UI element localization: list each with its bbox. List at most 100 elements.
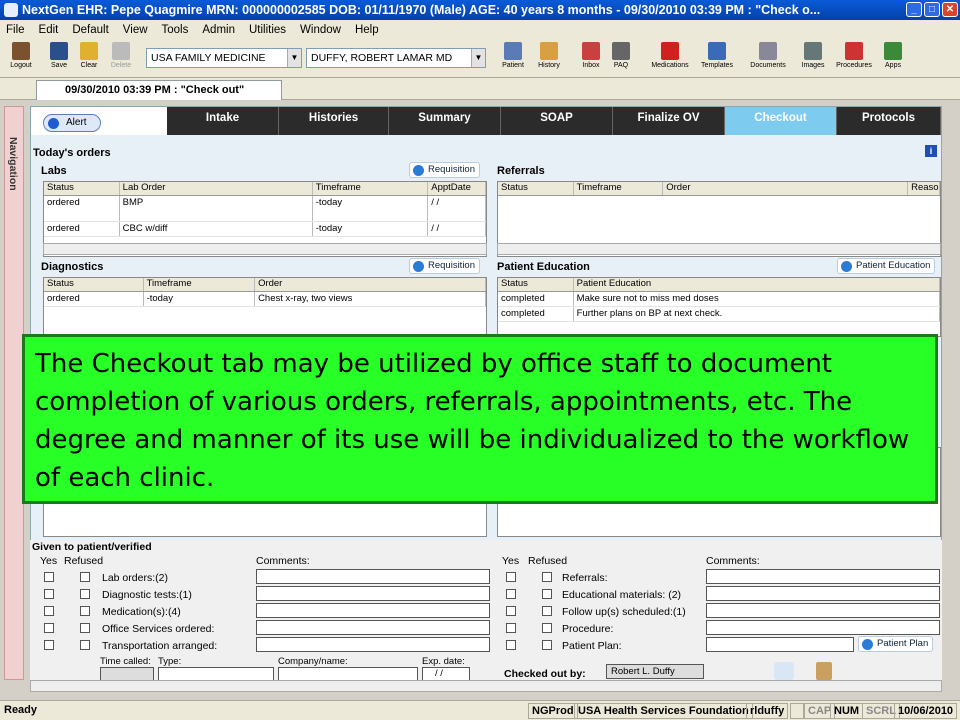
yes-checkbox[interactable] [506, 640, 516, 650]
column-header[interactable]: Status [498, 278, 574, 291]
tab-histories[interactable]: Histories [279, 107, 389, 135]
column-header[interactable]: Status [498, 182, 574, 195]
patient-education-button[interactable]: Patient Education [837, 258, 936, 274]
yes-checkbox[interactable] [506, 572, 516, 582]
patient-plan-button[interactable]: Patient Plan [858, 636, 934, 652]
menu-view[interactable]: View [123, 24, 148, 36]
refused-checkbox[interactable] [542, 606, 552, 616]
user-search-icon[interactable] [774, 662, 794, 680]
provider-select[interactable]: DUFFY, ROBERT LAMAR MD ▼ [306, 48, 486, 68]
alert-icon [48, 118, 59, 129]
documents-button[interactable]: Documents [748, 42, 788, 69]
apps-button[interactable]: Apps [876, 42, 910, 69]
clipboard-icon[interactable] [816, 662, 832, 680]
templates-button[interactable]: Templates [700, 42, 734, 69]
menu-default[interactable]: Default [72, 24, 108, 36]
minimize-button[interactable]: _ [906, 2, 922, 17]
refused-checkbox[interactable] [80, 640, 90, 650]
yes-checkbox[interactable] [44, 572, 54, 582]
column-header[interactable]: Patient Education [574, 278, 940, 291]
menu-edit[interactable]: Edit [39, 24, 59, 36]
tab-soap[interactable]: SOAP [501, 107, 613, 135]
column-header[interactable]: Timeframe [144, 278, 256, 291]
clear-button[interactable]: Clear [72, 42, 106, 69]
refused-checkbox[interactable] [542, 572, 552, 582]
save-button[interactable]: Save [42, 42, 76, 69]
procedures-button[interactable]: Procedures [834, 42, 874, 69]
menu-window[interactable]: Window [300, 24, 341, 36]
practice-select[interactable]: USA FAMILY MEDICINE ▼ [146, 48, 302, 68]
close-button[interactable]: ✕ [942, 2, 958, 17]
medications-comment[interactable] [256, 603, 490, 618]
medications-button[interactable]: Medications [648, 42, 692, 69]
follow-ups-comment[interactable] [706, 603, 940, 618]
yes-checkbox[interactable] [44, 606, 54, 616]
tab-checkout[interactable]: Checkout [725, 107, 837, 135]
column-header[interactable]: Timeframe [313, 182, 429, 195]
table-row[interactable]: completed Make sure not to miss med dose… [498, 292, 940, 307]
refused-checkbox[interactable] [542, 640, 552, 650]
column-header[interactable]: Status [44, 182, 120, 195]
tab-intake[interactable]: Intake [167, 107, 279, 135]
menu-utilities[interactable]: Utilities [249, 24, 286, 36]
educational-materials-comment[interactable] [706, 586, 940, 601]
yes-checkbox[interactable] [506, 589, 516, 599]
paq-button[interactable]: PAQ [604, 42, 638, 69]
menu-admin[interactable]: Admin [202, 24, 235, 36]
horizontal-scrollbar[interactable] [30, 680, 942, 692]
refused-checkbox[interactable] [80, 589, 90, 599]
diagnostics-requisition-button[interactable]: Requisition [409, 258, 480, 274]
patient-button[interactable]: Patient [496, 42, 530, 69]
diagnostic-tests-comment[interactable] [256, 586, 490, 601]
info-icon[interactable]: i [925, 145, 937, 157]
patient-education-grid[interactable]: Status Patient Education completed Make … [497, 277, 941, 337]
menu-tools[interactable]: Tools [162, 24, 189, 36]
menu-help[interactable]: Help [355, 24, 379, 36]
column-header[interactable]: Lab Order [120, 182, 313, 195]
images-button[interactable]: Images [796, 42, 830, 69]
inbox-button[interactable]: Inbox [574, 42, 608, 69]
yes-checkbox[interactable] [44, 623, 54, 633]
column-header[interactable]: ApptDate [428, 182, 486, 195]
refused-checkbox[interactable] [542, 589, 552, 599]
delete-button[interactable]: Delete [104, 42, 138, 69]
yes-checkbox[interactable] [44, 640, 54, 650]
column-header[interactable]: Status [44, 278, 144, 291]
yes-checkbox[interactable] [506, 606, 516, 616]
refused-checkbox[interactable] [80, 606, 90, 616]
referrals-horizontal-scrollbar[interactable] [497, 243, 941, 255]
referrals-comment[interactable] [706, 569, 940, 584]
refused-checkbox[interactable] [80, 623, 90, 633]
yes-checkbox[interactable] [506, 623, 516, 633]
column-header[interactable]: Order [663, 182, 909, 195]
lab-orders-comment[interactable] [256, 569, 490, 584]
procedure-comment[interactable] [706, 620, 940, 635]
column-header[interactable]: Order [255, 278, 486, 291]
column-header[interactable]: Timeframe [574, 182, 664, 195]
office-services-comment[interactable] [256, 620, 490, 635]
diagnostics-grid[interactable]: Status Timeframe Order ordered -today Ch… [43, 277, 487, 337]
table-row[interactable]: completed Further plans on BP at next ch… [498, 307, 940, 322]
tab-finalize-ov[interactable]: Finalize OV [613, 107, 725, 135]
column-header[interactable]: Reaso [908, 182, 940, 195]
patient-plan-comment[interactable] [706, 637, 854, 652]
history-button[interactable]: History [532, 42, 566, 69]
table-row[interactable]: ordered -today Chest x-ray, two views [44, 292, 486, 307]
labs-horizontal-scrollbar[interactable] [43, 243, 487, 255]
yes-checkbox[interactable] [44, 589, 54, 599]
refused-checkbox[interactable] [80, 572, 90, 582]
refused-checkbox[interactable] [542, 623, 552, 633]
transportation-comment[interactable] [256, 637, 490, 652]
alert-button[interactable]: Alert [43, 114, 101, 132]
navigation-panel[interactable]: Navigation [4, 106, 24, 680]
comments-label: Comments: [706, 555, 760, 567]
document-tab[interactable]: 09/30/2010 03:39 PM : "Check out" [36, 80, 282, 100]
tab-summary[interactable]: Summary [389, 107, 501, 135]
table-row[interactable]: ordered BMP -today / / [44, 196, 486, 222]
table-row[interactable]: ordered CBC w/diff -today / / [44, 222, 486, 237]
labs-requisition-button[interactable]: Requisition [409, 162, 480, 178]
logout-button[interactable]: Logout [4, 42, 38, 69]
tab-protocols[interactable]: Protocols [837, 107, 941, 135]
menu-file[interactable]: File [6, 24, 25, 36]
maximize-button[interactable]: □ [924, 2, 940, 17]
